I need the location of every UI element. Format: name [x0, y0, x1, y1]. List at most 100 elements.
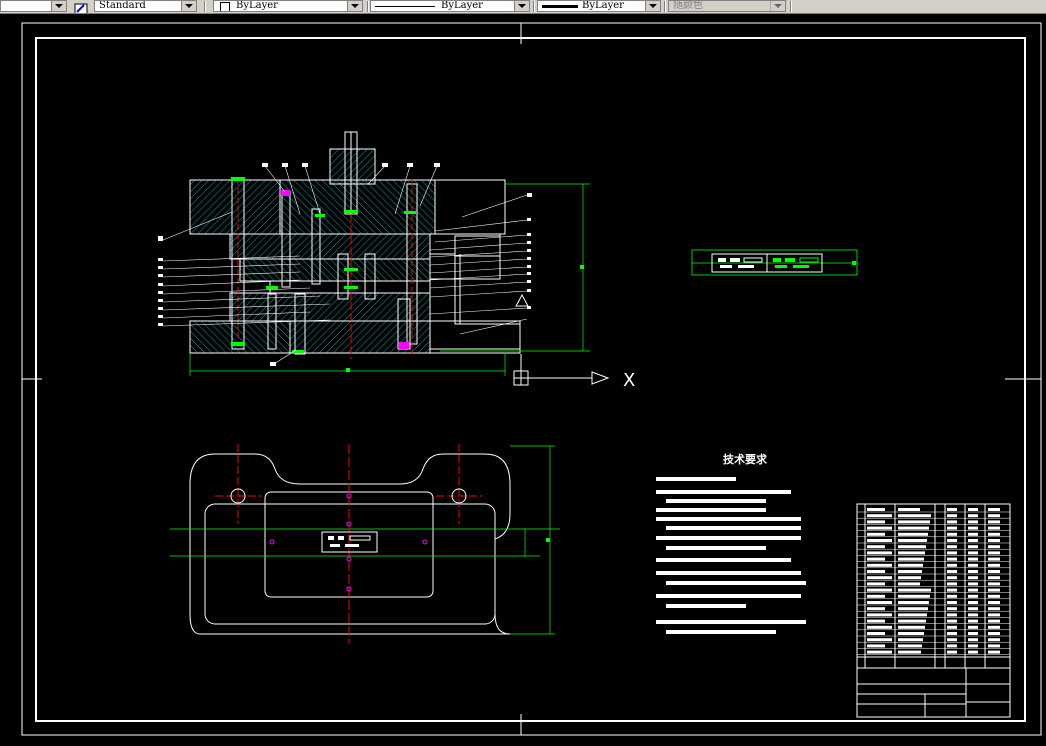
bom-cell-text — [898, 613, 927, 617]
bom-cell-text — [988, 625, 1000, 629]
tech-requirements-title: 技术要求 — [723, 453, 767, 466]
bom-cell-text — [968, 650, 978, 654]
bom-cell-text — [988, 545, 1000, 549]
bom-cell-text — [898, 632, 924, 635]
bom-cell-text — [968, 625, 978, 629]
bom-cell-text — [947, 644, 957, 648]
properties-toolbar: Standard ByLayer ByLayer ByLayer 随颜色 — [0, 0, 1046, 14]
bom-cell-text — [898, 520, 930, 524]
bom-cell-text — [867, 570, 885, 573]
bom-cell-text — [867, 557, 885, 561]
ucs-x-label: X — [623, 370, 635, 391]
bom-cell-text — [947, 539, 957, 542]
plot-style-dropdown[interactable]: 随颜色 — [668, 0, 786, 12]
bom-cell-text — [947, 570, 957, 573]
bom-cell-text — [947, 601, 957, 604]
bom-cell-text — [988, 638, 1000, 642]
color-swatch-icon — [220, 2, 230, 11]
bom-cell-text — [968, 582, 978, 586]
cad-drawing: X — [21, 22, 1042, 736]
bom-cell-text — [968, 508, 978, 511]
chevron-down-icon[interactable] — [51, 1, 66, 11]
bom-cell-text — [947, 514, 957, 518]
text-style-dropdown[interactable]: Standard — [94, 0, 197, 12]
bom-cell-text — [968, 576, 978, 580]
bom-cell-text — [947, 625, 957, 629]
chevron-down-icon[interactable] — [181, 1, 196, 11]
bom-cell-text — [867, 607, 885, 611]
bom-cell-text — [968, 520, 978, 524]
bom-cell-text — [947, 594, 957, 598]
bom-cell-text — [867, 638, 892, 642]
color-dropdown[interactable]: ByLayer — [213, 0, 363, 12]
bom-cell-text — [898, 607, 928, 611]
linetype-dropdown[interactable]: ByLayer — [370, 0, 530, 12]
bom-cell-text — [968, 644, 978, 648]
bom-cell-text — [898, 557, 924, 561]
bom-cell-text — [867, 576, 892, 580]
side-view-strip — [691, 249, 858, 276]
text-style-icon[interactable] — [74, 0, 88, 13]
bom-cell-text — [968, 570, 978, 573]
bom-cell-text — [947, 545, 957, 549]
bom-cell-text — [947, 563, 957, 567]
bom-cell-text — [968, 613, 978, 617]
bom-cell-text — [988, 607, 1000, 611]
bom-cell-text — [947, 582, 957, 586]
bom-cell-text — [947, 613, 957, 617]
bom-cell-text — [867, 532, 885, 536]
bom-cell-text — [968, 557, 978, 561]
bom-cell-text — [867, 526, 892, 530]
color-value: ByLayer — [236, 0, 278, 11]
bom-cell-text — [867, 632, 885, 635]
bom-cell-text — [867, 601, 892, 604]
bom-cell-text — [988, 594, 1000, 598]
bom-cell-text — [867, 582, 885, 586]
bom-cell-text — [898, 539, 927, 542]
bom-cell-text — [867, 551, 892, 555]
bom-cell-text — [968, 514, 978, 518]
bom-cell-text — [988, 514, 1000, 518]
bom-cell-text — [867, 625, 892, 629]
bom-cell-text — [898, 545, 926, 549]
bom-cell-text — [968, 532, 978, 536]
bom-cell-text — [988, 539, 1000, 542]
bom-cell-text — [988, 576, 1000, 580]
lineweight-dropdown[interactable]: ByLayer — [537, 0, 661, 12]
inner-border — [35, 37, 1026, 722]
bom-cell-text — [988, 557, 1000, 561]
bom-cell-text — [968, 638, 978, 642]
bom-cell-text — [947, 619, 957, 623]
bom-cell-text — [867, 619, 885, 623]
bom-cell-text — [968, 594, 978, 598]
bom-cell-text — [867, 508, 885, 511]
section-view — [158, 131, 590, 376]
bom-cell-text — [947, 650, 957, 654]
text-style-dropdown-partial[interactable] — [0, 0, 67, 12]
bom-cell-text — [988, 601, 1000, 604]
bom-cell-text — [867, 594, 885, 598]
bom-cell-text — [867, 588, 892, 592]
bom-cell-text — [968, 619, 978, 623]
toolbar-separator — [204, 1, 206, 12]
drawing-canvas[interactable]: X 技术要求 — [0, 14, 1046, 742]
ucs-icon — [513, 354, 610, 386]
bom-cell-text — [898, 526, 929, 530]
bom-cell-text — [988, 613, 1000, 617]
tech-requirements-body — [656, 477, 806, 634]
bom-cell-text — [898, 563, 923, 567]
bom-cell-text — [947, 508, 957, 511]
bom-cell-text — [947, 551, 957, 555]
bom-cell-text — [898, 650, 921, 654]
bom-rows — [857, 508, 1010, 655]
toolbar-separator — [664, 1, 666, 12]
chevron-down-icon[interactable] — [645, 1, 660, 11]
chevron-down-icon[interactable] — [514, 1, 529, 11]
chevron-down-icon — [770, 1, 785, 11]
bom-cell-text — [947, 638, 957, 642]
toolbar-separator — [533, 1, 535, 12]
bom-cell-text — [988, 619, 1000, 623]
bom-cell-text — [898, 619, 926, 623]
bom-cell-text — [988, 588, 1000, 592]
chevron-down-icon[interactable] — [347, 1, 362, 11]
